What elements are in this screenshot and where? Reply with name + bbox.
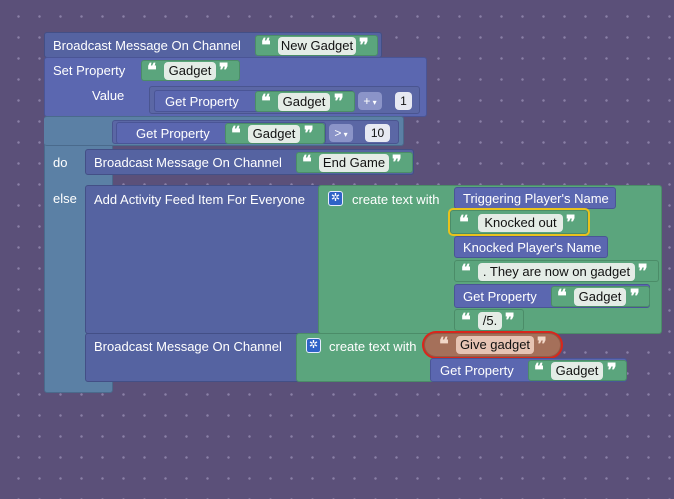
- number-field[interactable]: 1: [395, 92, 412, 110]
- quote-open-icon: ❝: [302, 152, 312, 173]
- text-block-gadget[interactable]: ❝ Gadget ❞: [225, 123, 325, 144]
- set-property-block[interactable]: Set Property ❝ Gadget ❞ Value Get Proper…: [44, 57, 427, 117]
- quote-close-icon: ❞: [607, 360, 617, 381]
- quote-close-icon: ❞: [334, 91, 344, 112]
- text-block-gadget[interactable]: ❝ Gadget ❞: [255, 91, 355, 112]
- gear-icon[interactable]: ✲: [306, 338, 321, 353]
- text-block-now-on-gadget[interactable]: ❝ . They are now on gadget ❞: [454, 260, 659, 282]
- comparison-dropdown[interactable]: > ▾: [329, 124, 353, 142]
- text-value[interactable]: Gadget: [574, 288, 626, 306]
- text-value[interactable]: Gadget: [164, 62, 216, 80]
- operator-dropdown[interactable]: + ▾: [358, 92, 382, 110]
- text-block-suffix[interactable]: ❝ /5. ❞: [454, 309, 524, 331]
- broadcast-end-game-block[interactable]: Broadcast Message On Channel ❝ End Game …: [85, 149, 414, 175]
- gear-icon[interactable]: ✲: [328, 191, 343, 206]
- do-label: do: [53, 155, 68, 170]
- quote-open-icon: ❝: [461, 261, 471, 282]
- knocked-player-name-block[interactable]: Knocked Player's Name: [454, 236, 608, 258]
- get-property-block[interactable]: Get Property ❝ Gadget ❞: [116, 122, 326, 144]
- block-label: Broadcast Message On Channel: [94, 155, 282, 170]
- quote-close-icon: ❞: [359, 35, 369, 56]
- addition-block[interactable]: Get Property ❝ Gadget ❞ + ▾ 1: [149, 86, 420, 114]
- quote-close-icon: ❞: [537, 334, 547, 355]
- block-label: Get Property: [463, 289, 537, 304]
- quote-close-icon: ❞: [505, 310, 515, 331]
- quote-close-icon: ❞: [638, 261, 648, 282]
- text-value[interactable]: End Game: [319, 154, 389, 172]
- else-label: else: [53, 191, 77, 206]
- number-field[interactable]: 10: [365, 124, 390, 142]
- block-label: Get Property: [440, 363, 514, 378]
- block-label: Broadcast Message On Channel: [94, 339, 282, 354]
- text-value[interactable]: Gadget: [278, 93, 330, 111]
- quote-close-icon: ❞: [630, 286, 640, 307]
- quote-close-icon: ❞: [219, 60, 229, 81]
- quote-open-icon: ❝: [557, 286, 567, 307]
- quote-open-icon: ❝: [534, 360, 544, 381]
- block-label: Knocked Player's Name: [463, 240, 602, 255]
- text-value[interactable]: /5.: [478, 312, 502, 330]
- blocks-workspace[interactable]: Broadcast Message On Channel ❝ New Gadge…: [0, 0, 674, 499]
- block-label: Triggering Player's Name: [463, 191, 609, 206]
- text-value[interactable]: New Gadget: [278, 37, 356, 55]
- text-value[interactable]: Knocked out: [478, 214, 563, 232]
- text-value[interactable]: Gadget: [551, 362, 603, 380]
- comparison-block[interactable]: Get Property ❝ Gadget ❞ > ▾ 10: [112, 120, 399, 144]
- block-label: Broadcast Message On Channel: [53, 38, 241, 53]
- text-block-give-gadget[interactable]: ❝ Give gadget ❞: [424, 333, 561, 357]
- get-property-block[interactable]: Get Property ❝ Gadget ❞: [430, 358, 627, 382]
- block-label: Set Property: [53, 63, 126, 78]
- block-label: create text with: [329, 339, 417, 354]
- quote-close-icon: ❞: [304, 123, 314, 144]
- text-block-new-gadget[interactable]: ❝ New Gadget ❞: [255, 35, 378, 56]
- broadcast-new-gadget-block[interactable]: Broadcast Message On Channel ❝ New Gadge…: [44, 32, 382, 58]
- create-text-block[interactable]: ✲ create text with: [296, 333, 436, 382]
- quote-open-icon: ❝: [459, 212, 469, 233]
- text-value[interactable]: Gadget: [248, 125, 300, 143]
- text-block-end-game[interactable]: ❝ End Game ❞: [296, 152, 413, 173]
- text-value[interactable]: . They are now on gadget: [478, 263, 635, 281]
- quote-open-icon: ❝: [261, 35, 271, 56]
- block-label: Get Property: [165, 94, 239, 109]
- quote-open-icon: ❝: [439, 334, 449, 355]
- block-label: Get Property: [136, 126, 210, 141]
- text-block-knocked-out[interactable]: ❝ Knocked out ❞: [448, 208, 590, 236]
- quote-open-icon: ❝: [231, 123, 241, 144]
- block-label: Add Activity Feed Item For Everyone: [94, 192, 305, 207]
- block-label: create text with: [352, 192, 440, 207]
- get-property-block[interactable]: Get Property ❝ Gadget ❞: [154, 90, 355, 112]
- get-property-block[interactable]: Get Property ❝ Gadget ❞: [454, 284, 650, 308]
- activity-feed-block[interactable]: Add Activity Feed Item For Everyone: [85, 185, 325, 334]
- value-label: Value: [92, 88, 125, 103]
- quote-close-icon: ❞: [392, 152, 402, 173]
- text-block-gadget[interactable]: ❝ Gadget ❞: [528, 360, 627, 381]
- quote-open-icon: ❝: [461, 310, 471, 331]
- broadcast-give-gadget-block[interactable]: Broadcast Message On Channel: [85, 333, 300, 382]
- quote-open-icon: ❝: [261, 91, 271, 112]
- text-block-gadget[interactable]: ❝ Gadget ❞: [141, 60, 240, 81]
- quote-open-icon: ❝: [147, 60, 157, 81]
- quote-close-icon: ❞: [566, 212, 576, 233]
- triggering-player-name-block[interactable]: Triggering Player's Name: [454, 187, 616, 209]
- text-block-gadget[interactable]: ❝ Gadget ❞: [551, 286, 650, 307]
- text-value[interactable]: Give gadget: [456, 336, 534, 354]
